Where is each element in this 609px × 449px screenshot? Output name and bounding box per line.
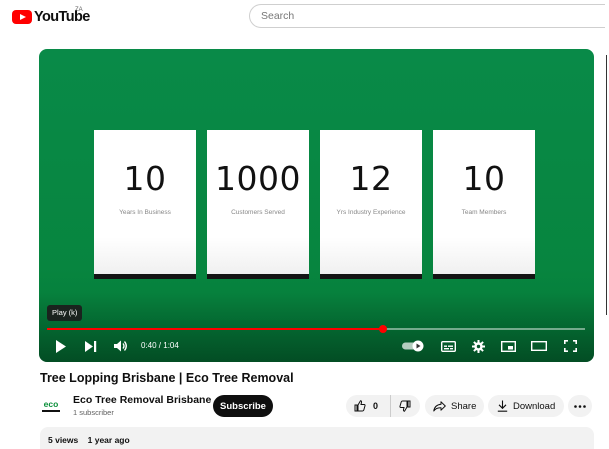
gear-icon [471,339,485,353]
play-tooltip: Play (k) [47,305,83,321]
thumbs-down-icon [399,400,411,412]
miniplayer-icon [500,340,516,352]
miniplayer-button[interactable] [499,338,517,354]
like-dislike-group: 0 [346,395,420,417]
fullscreen-icon [563,340,577,352]
volume-button[interactable] [112,338,130,354]
autoplay-toggle-icon [402,340,424,352]
country-code: ZA [75,7,83,13]
download-label: Download [513,400,556,412]
progress-played [47,328,384,330]
stat-label: Team Members [461,209,507,216]
more-actions-button[interactable] [568,395,592,417]
youtube-play-icon [12,10,32,24]
download-icon [497,400,508,412]
thumbs-up-icon [354,400,366,412]
avatar-text: eco [43,399,59,409]
like-count: 0 [373,401,379,411]
stat-label: Customers Served [231,209,285,216]
subscribe-button[interactable]: Subscribe [213,395,273,417]
next-icon [85,340,97,352]
stat-label: Yrs Industry Experience [336,209,406,216]
fullscreen-button[interactable] [561,338,579,354]
video-title: Tree Lopping Brisbane | Eco Tree Removal [40,371,294,385]
play-button[interactable] [52,338,70,354]
description-box[interactable]: 5 views 1 year ago [40,427,594,449]
channel-avatar[interactable]: eco [40,398,62,412]
stat-card: 10 Team Members [433,130,535,279]
channel-name[interactable]: Eco Tree Removal Brisbane [73,394,211,406]
stat-card: 12 Yrs Industry Experience [320,130,422,279]
share-icon [433,400,446,411]
masthead: YouTube ZA [0,0,609,34]
download-button[interactable]: Download [488,395,564,417]
play-icon [56,339,66,353]
stat-number: 1000 [215,159,301,198]
dislike-button[interactable] [391,395,419,417]
progress-bar[interactable] [47,325,585,333]
theater-icon [531,341,547,351]
subtitles-icon [440,340,456,352]
theater-mode-button[interactable] [530,338,548,354]
upload-age: 1 year ago [87,435,130,445]
video-player[interactable]: 10 Years In Business 1000 Customers Serv… [39,49,594,362]
avatar-underline [42,410,60,412]
stat-number: 10 [462,159,506,198]
stat-number: 12 [349,159,393,198]
share-label: Share [451,400,477,412]
share-button[interactable]: Share [425,395,484,417]
autoplay-toggle[interactable] [402,338,426,354]
next-button[interactable] [82,338,100,354]
stat-number: 10 [123,159,167,198]
stat-card: 1000 Customers Served [207,130,309,279]
volume-icon [114,340,127,352]
stat-card: 10 Years In Business [94,130,196,279]
subtitles-button[interactable] [439,338,457,354]
settings-button[interactable] [469,338,487,354]
stat-label: Years In Business [119,209,171,216]
search-input[interactable] [249,4,605,28]
view-count: 5 views [48,435,79,445]
time-display: 0:40 / 1:04 [141,341,179,350]
more-horizontal-icon [574,404,586,408]
like-button[interactable]: 0 [346,395,391,417]
subscriber-count: 1 subscriber [73,408,114,417]
